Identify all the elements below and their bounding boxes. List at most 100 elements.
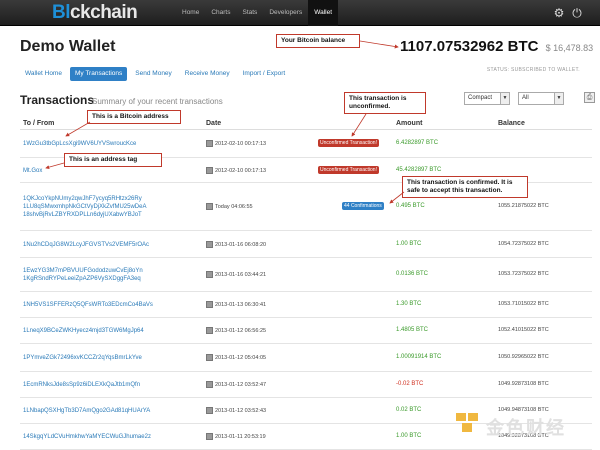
transaction-date: 2013-01-16 06:08:20 — [206, 241, 266, 248]
unconfirmed-badge: Unconfirmed Transaction! — [318, 166, 379, 174]
col-amount: Amount — [396, 120, 423, 127]
address-line[interactable]: 1LNbapQSXHgTb3D7AmQgo2GAd81qHUArYA — [23, 407, 198, 415]
calendar-icon — [206, 407, 213, 414]
calendar-icon — [206, 327, 213, 334]
calendar-icon — [206, 354, 213, 361]
date-text: 2013-01-12 05:04:05 — [215, 354, 267, 361]
watermark-logo-icon — [456, 413, 478, 432]
transaction-date: 2013-01-13 06:30:41 — [206, 301, 266, 308]
main-nav: Home Charts Stats Developers Wallet — [176, 0, 339, 26]
address-line[interactable]: 1LneqX9BCeZWKHyecz4mjd3TGW6MgJp64 — [23, 327, 198, 335]
unconfirmed-badge: Unconfirmed Transaction! — [318, 139, 379, 147]
date-text: 2013-01-16 06:08:20 — [215, 241, 267, 248]
transaction-address-link[interactable]: 14SkgqYLdCVuHmkhwYaMYECWuGJhumae2z — [23, 433, 198, 441]
address-line[interactable]: 1WzGu3tbGpLcsXgi9WV6UYVSwroucKce — [23, 140, 198, 148]
tab-receive-money[interactable]: Receive Money — [180, 67, 235, 81]
transaction-address-link[interactable]: Mt.Gox — [23, 167, 198, 175]
transaction-address-link[interactable]: 1EwzYG3M7mPBVUUFGododzuwCvEj8oYn 1KgRSndR… — [23, 267, 198, 283]
transaction-address-link[interactable]: 1QKJcoYkpNUmy2qwJhF7ycyq5RHtzx26Ry 1LU8qS… — [23, 195, 198, 219]
chevron-down-icon: ▼ — [500, 93, 509, 104]
address-line[interactable]: 1Nu2hCDqJG8W2LcyJFGVSTVs2VEMF5rOAc — [23, 241, 198, 249]
running-balance: 1049.92873108 BTC — [498, 381, 549, 387]
calendar-icon — [206, 140, 213, 147]
wallet-title: Demo Wallet — [20, 38, 116, 55]
nav-wallet[interactable]: Wallet — [308, 0, 339, 26]
transaction-amount: 0.495 BTC — [396, 203, 425, 209]
blockchain-logo[interactable]: Blckchain — [52, 3, 138, 23]
table-row[interactable]: 1EcmRNksJde8sSp9z6iDLEXkQaJtb1mQfn 2013-0… — [20, 372, 592, 398]
address-line[interactable]: 1NH5VS1SFFERzQ5QFsWRTo3EDcmCo4BaVs — [23, 301, 198, 309]
date-text: 2013-01-12 03:52:47 — [215, 381, 267, 388]
table-row[interactable]: 1LneqX9BCeZWKHyecz4mjd3TGW6MgJp64 2013-01… — [20, 318, 592, 344]
balance-fiat: $ 16,478.83 — [545, 43, 594, 53]
chevron-down-icon: ▼ — [554, 93, 563, 104]
callout-unconfirmed: This transaction is unconfirmed. — [344, 92, 426, 114]
view-mode-select[interactable]: Compact ▼ — [464, 92, 510, 105]
table-row[interactable]: 1NH5VS1SFFERzQ5QFsWRTo3EDcmCo4BaVs 2013-0… — [20, 292, 592, 318]
filter-value: All — [522, 95, 529, 101]
calendar-icon — [206, 271, 213, 278]
calendar-icon — [206, 167, 213, 174]
transaction-date: 2013-01-11 20:53:19 — [206, 433, 266, 440]
confirmations-badge: 44 Confirmations — [342, 202, 384, 210]
transaction-amount: 1.4805 BTC — [396, 327, 429, 333]
col-to-from: To / From — [23, 120, 55, 127]
date-text: 2013-01-13 06:30:41 — [215, 301, 267, 308]
tab-import-export[interactable]: Import / Export — [238, 67, 291, 81]
table-row[interactable]: 1Nu2hCDqJG8W2LcyJFGVSTVs2VEMF5rOAc 2013-0… — [20, 231, 592, 258]
address-line[interactable]: 1LU8qSMwxmhpNkGCtVyDjXkZvfMU25wDeA — [23, 203, 198, 211]
callout-tag: This is an address tag — [64, 153, 162, 167]
callout-balance: Your Bitcoin balance — [276, 34, 360, 48]
col-date: Date — [206, 120, 222, 127]
callout-confirmed: This transaction is confirmed. It is saf… — [402, 176, 528, 198]
address-line[interactable]: 1EwzYG3M7mPBVUUFGododzuwCvEj8oYn — [23, 267, 198, 275]
top-navigation-bar: Blckchain Home Charts Stats Developers W… — [0, 0, 600, 26]
transaction-address-link[interactable]: 1Nu2hCDqJG8W2LcyJFGVSTVs2VEMF5rOAc — [23, 241, 198, 249]
date-text: 2013-01-12 06:56:25 — [215, 327, 267, 334]
address-line[interactable]: Mt.Gox — [23, 167, 198, 175]
nav-developers[interactable]: Developers — [263, 0, 308, 26]
calendar-icon — [206, 433, 213, 440]
date-text: Today 04:06:55 — [215, 203, 253, 210]
section-title: Transactions — [20, 93, 95, 107]
filter-select[interactable]: All ▼ — [518, 92, 564, 105]
calendar-icon — [206, 241, 213, 248]
tab-send-money[interactable]: Send Money — [130, 67, 177, 81]
address-line[interactable]: 1KgRSndRYPeLeeiZpAZP6VySXDggFA3eq — [23, 275, 198, 283]
transaction-address-link[interactable]: 1PYmveZGk72496xvKCCZr2qYqsBmrLkYve — [23, 354, 198, 362]
tab-my-transactions[interactable]: My Transactions — [69, 67, 128, 81]
transaction-date: 2013-01-16 03:44:21 — [206, 271, 266, 278]
transaction-address-link[interactable]: 1LNbapQSXHgTb3D7AmQgo2GAd81qHUArYA — [23, 407, 198, 415]
transaction-date: 2012-02-10 00:17:13 — [206, 167, 266, 174]
transaction-amount: 1.30 BTC — [396, 301, 422, 307]
running-balance: 1054.72375022 BTC — [498, 241, 549, 247]
running-balance: 1053.72375022 BTC — [498, 271, 549, 277]
address-line[interactable]: 1PYmveZGk72496xvKCCZr2qYqsBmrLkYve — [23, 354, 198, 362]
transaction-date: Today 04:06:55 — [206, 203, 253, 210]
transaction-address-link[interactable]: 1NH5VS1SFFERzQ5QFsWRTo3EDcmCo4BaVs — [23, 301, 198, 309]
address-line[interactable]: 1QKJcoYkpNUmy2qwJhF7ycyq5RHtzx26Ry — [23, 195, 198, 203]
date-text: 2012-02-10 00:17:13 — [215, 167, 267, 174]
address-line[interactable]: 18shvBjRvLZBYRXDPLLn6dyjUXabwYBJoT — [23, 211, 198, 219]
nav-stats[interactable]: Stats — [237, 0, 264, 26]
callout-address: This is a Bitcoin address — [87, 110, 181, 124]
power-icon[interactable]: ⏻ — [570, 6, 584, 20]
section-subtitle: Summary of your recent transactions — [92, 97, 223, 106]
transaction-date: 2013-01-12 03:52:47 — [206, 381, 266, 388]
date-text: 2013-01-11 20:53:19 — [215, 433, 266, 440]
tab-wallet-home[interactable]: Wallet Home — [20, 67, 67, 81]
transaction-address-link[interactable]: 1EcmRNksJde8sSp9z6iDLEXkQaJtb1mQfn — [23, 381, 198, 389]
address-line[interactable]: 1EcmRNksJde8sSp9z6iDLEXkQaJtb1mQfn — [23, 381, 198, 389]
transaction-address-link[interactable]: 1LneqX9BCeZWKHyecz4mjd3TGW6MgJp64 — [23, 327, 198, 335]
nav-charts[interactable]: Charts — [205, 0, 236, 26]
table-row[interactable]: 1EwzYG3M7mPBVUUFGododzuwCvEj8oYn 1KgRSndR… — [20, 258, 592, 292]
date-text: 2013-01-16 03:44:21 — [215, 271, 267, 278]
table-row[interactable]: 1PYmveZGk72496xvKCCZr2qYqsBmrLkYve 2013-0… — [20, 344, 592, 372]
transaction-address-link[interactable]: 1WzGu3tbGpLcsXgi9WV6UYVSwroucKce — [23, 140, 198, 148]
settings-icon[interactable]: ⚙ — [552, 6, 566, 20]
transaction-amount: 1.00 BTC — [396, 433, 422, 439]
print-icon[interactable]: ⎙ — [584, 92, 595, 103]
nav-home[interactable]: Home — [176, 0, 205, 26]
running-balance: 1055.21875022 BTC — [498, 203, 549, 209]
address-line[interactable]: 14SkgqYLdCVuHmkhwYaMYECWuGJhumae2z — [23, 433, 198, 441]
